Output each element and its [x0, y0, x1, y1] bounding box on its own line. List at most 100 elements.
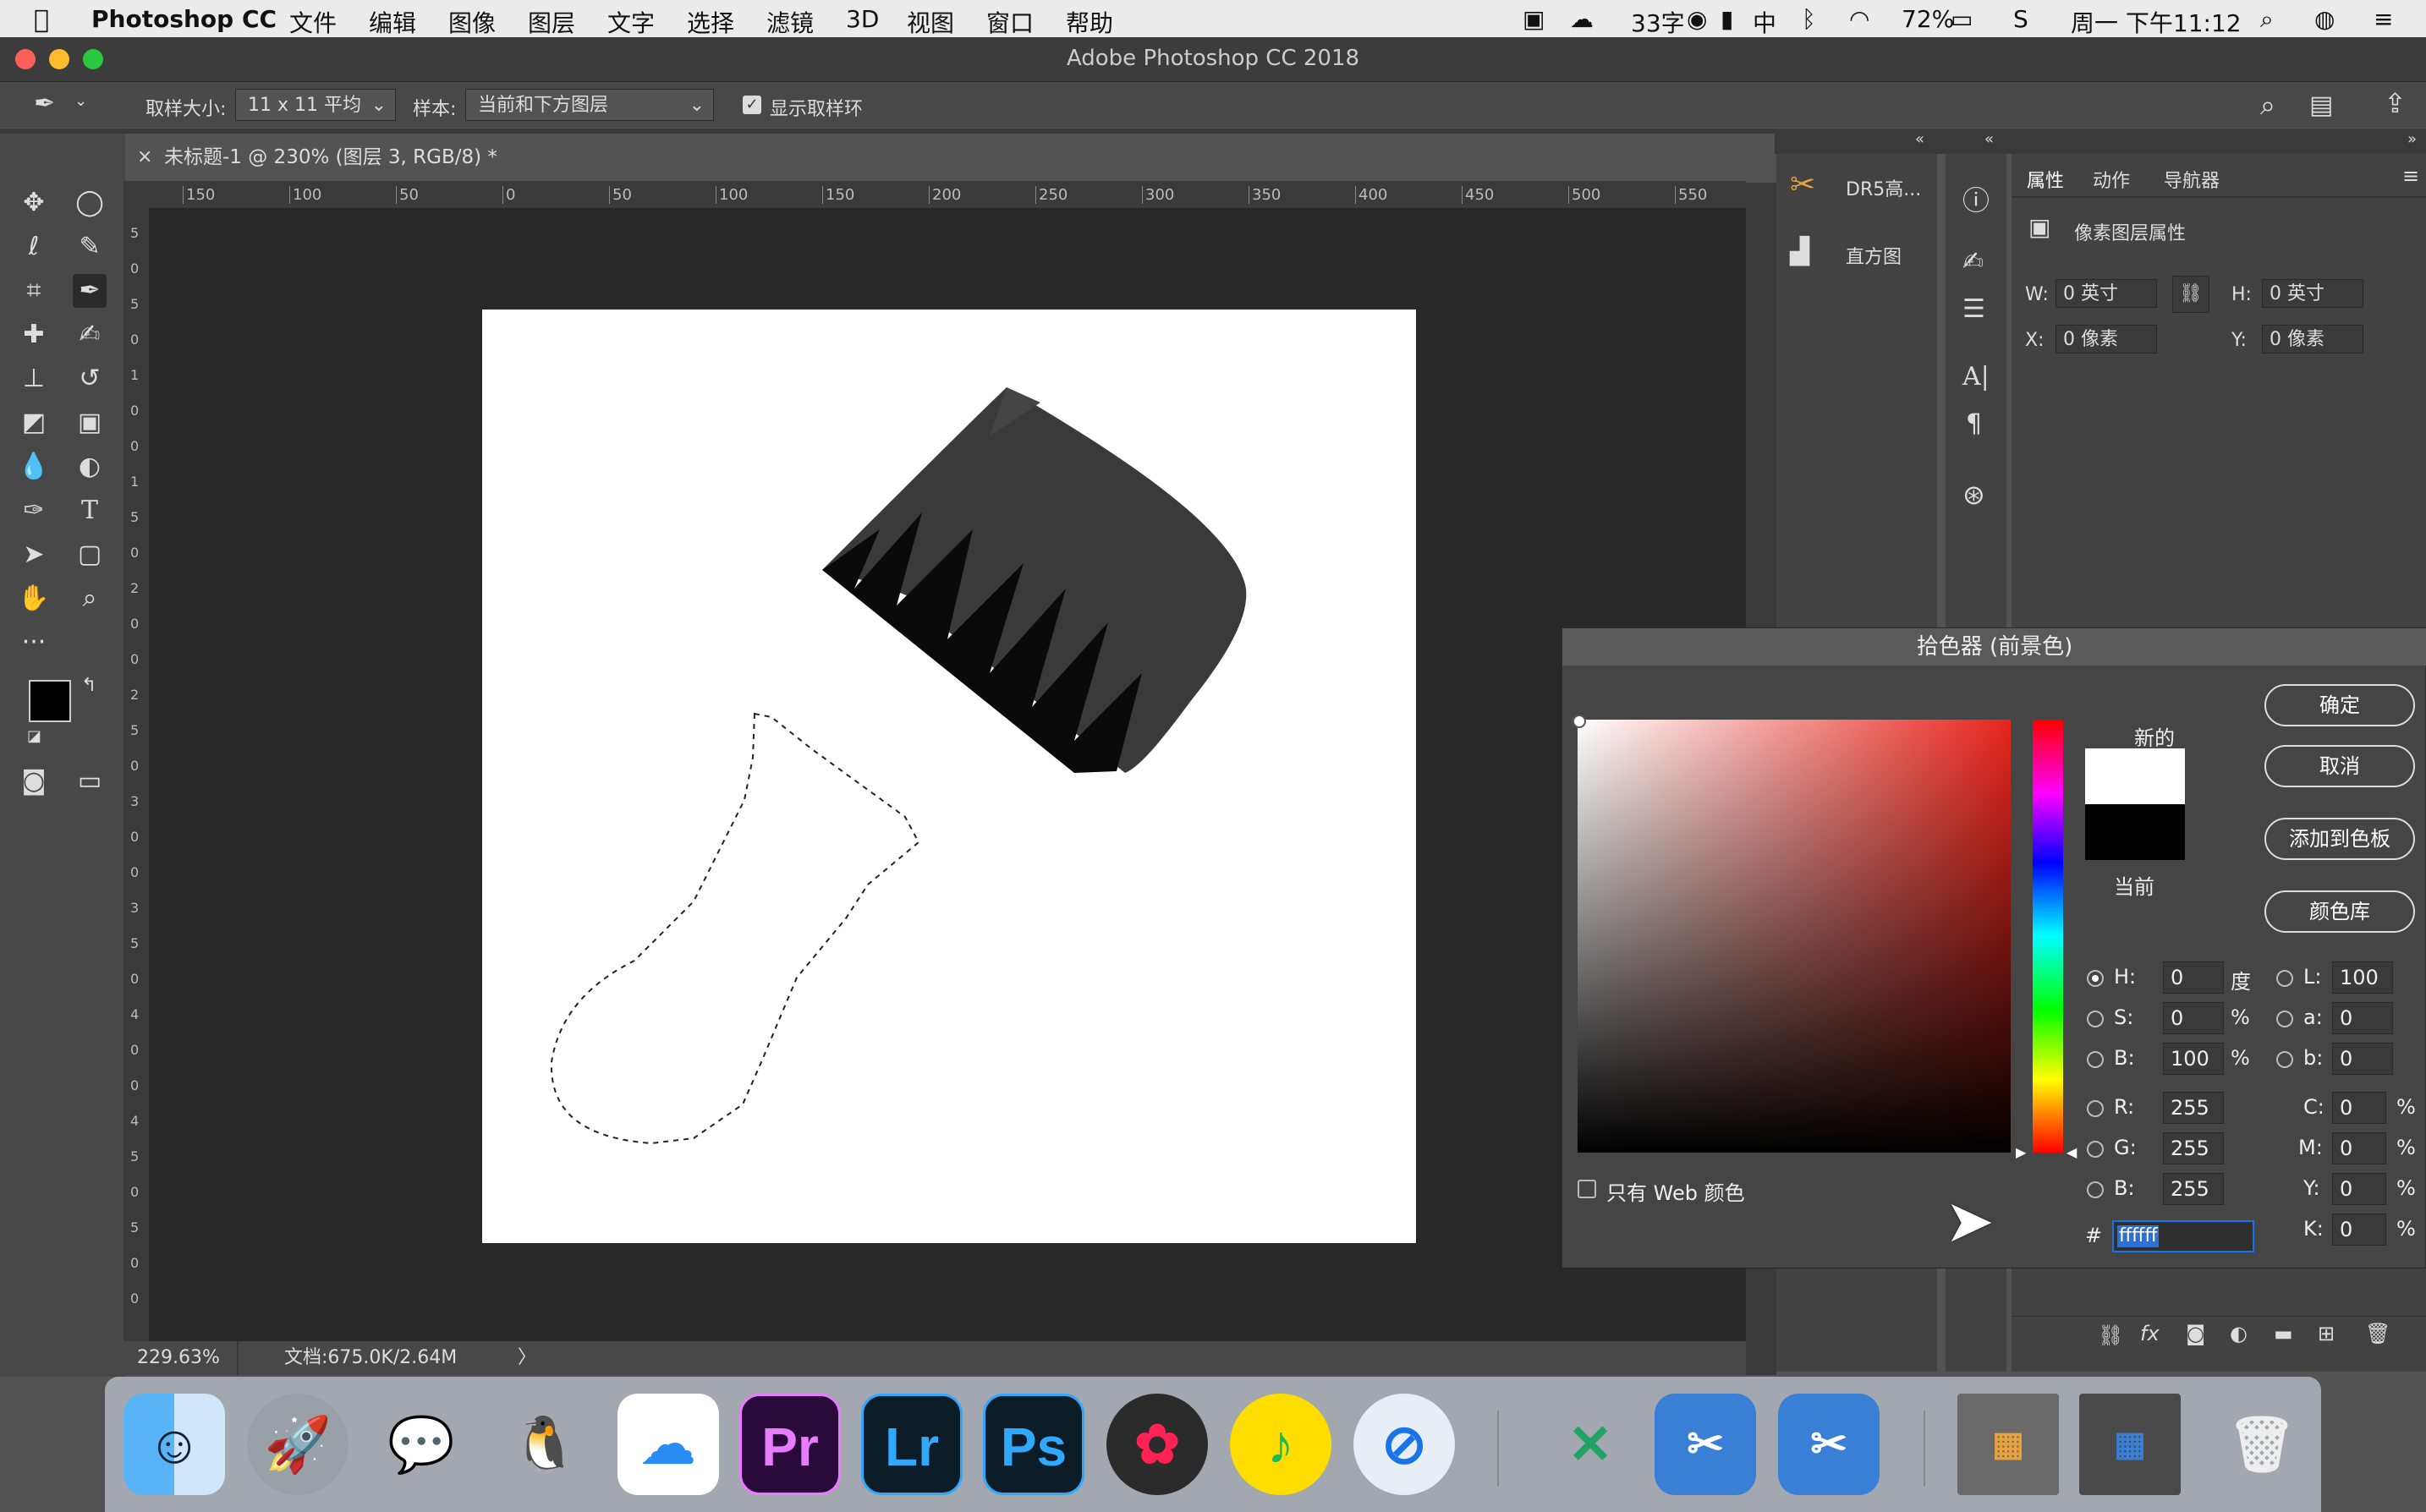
- lab-l-input[interactable]: 100: [2332, 961, 2393, 994]
- share-icon[interactable]: ⇪: [2384, 87, 2407, 119]
- menu-help[interactable]: 帮助: [1066, 5, 1113, 39]
- type-tool-icon[interactable]: T: [73, 494, 107, 528]
- blur-tool-icon[interactable]: 💧: [17, 450, 51, 484]
- lab-b-input[interactable]: 0: [2332, 1043, 2393, 1075]
- crop-tool-icon[interactable]: ⌗: [17, 274, 51, 308]
- status-menu-arrow[interactable]: 〉: [518, 1341, 536, 1375]
- blue-radio[interactable]: [2087, 1181, 2104, 1198]
- swap-colors-icon[interactable]: ↰: [81, 675, 96, 696]
- pen-tool-icon[interactable]: ✑: [17, 494, 51, 528]
- glyphs-icon[interactable]: ⊛: [1962, 479, 1985, 511]
- menu-3d[interactable]: 3D: [846, 5, 879, 33]
- mic-icon[interactable]: ▮: [1721, 5, 1733, 33]
- safari-icon[interactable]: ⊘: [1353, 1394, 1455, 1495]
- eyedropper-preset-icon[interactable]: ✒: [34, 89, 55, 118]
- lightroom-icon[interactable]: Lr: [861, 1394, 963, 1495]
- yellow-input[interactable]: 0: [2332, 1173, 2386, 1205]
- adjustments-icon[interactable]: ☰: [1962, 294, 1985, 324]
- tab-navigator[interactable]: 导航器: [2164, 166, 2220, 193]
- apple-icon[interactable]: : [34, 5, 49, 35]
- expand-panels-icon[interactable]: »: [2407, 130, 2417, 148]
- brush-settings-icon[interactable]: ✍: [1962, 247, 1984, 277]
- lab-a-input[interactable]: 0: [2332, 1002, 2393, 1034]
- lab-b-radio[interactable]: [2276, 1051, 2293, 1068]
- green-input[interactable]: 255: [2163, 1132, 2224, 1164]
- spotlight-search-icon[interactable]: ⌕: [2260, 5, 2274, 34]
- menu-layer[interactable]: 图层: [528, 5, 575, 39]
- davinci-resolve-icon[interactable]: ✿: [1106, 1394, 1208, 1495]
- menu-edit[interactable]: 编辑: [369, 5, 416, 39]
- input-method-icon[interactable]: 中: [1753, 5, 1776, 39]
- thumbnail-2-icon[interactable]: ▦: [2079, 1394, 2181, 1495]
- hand-tool-icon[interactable]: ✋: [17, 582, 51, 616]
- red-input[interactable]: 255: [2163, 1092, 2224, 1124]
- move-tool-icon[interactable]: ✥: [17, 186, 51, 220]
- zoom-tool-icon[interactable]: ⌕: [73, 582, 107, 616]
- color-field-cursor[interactable]: [1573, 715, 1586, 728]
- dodge-tool-icon[interactable]: ◐: [73, 450, 107, 484]
- eyedropper-tool-icon[interactable]: ✒: [73, 274, 107, 308]
- horizontal-ruler[interactable]: 150 100 50 0 50 100 150 200 250 300 350 400 450 500 55…: [149, 183, 1814, 209]
- lab-a-radio[interactable]: [2276, 1011, 2293, 1027]
- baidu-netdisk-icon[interactable]: ☁: [617, 1394, 719, 1495]
- more-tools-icon[interactable]: ···: [17, 626, 51, 660]
- thumbnail-1-icon[interactable]: ▦: [1957, 1394, 2059, 1495]
- gradient-tool-icon[interactable]: ▣: [73, 406, 107, 440]
- path-select-tool-icon[interactable]: ➤: [17, 538, 51, 572]
- hue-slider[interactable]: [2033, 720, 2063, 1153]
- hue-slider-left-arrow[interactable]: ▶: [2016, 1144, 2026, 1160]
- menu-image[interactable]: 图像: [448, 5, 496, 39]
- brush-tool-icon[interactable]: ✍: [73, 318, 107, 352]
- clipper-1-icon[interactable]: ✂: [1655, 1394, 1756, 1495]
- show-ring-checkbox[interactable]: ✓: [743, 96, 761, 114]
- color-libraries-button[interactable]: 颜色库: [2264, 890, 2415, 933]
- cloud-icon[interactable]: ☁: [1570, 5, 1594, 33]
- quick-select-tool-icon[interactable]: ✎: [73, 230, 107, 264]
- panel-dr5[interactable]: ✂ DR5高...: [1783, 162, 1932, 210]
- qq-music-icon[interactable]: ♪: [1230, 1394, 1331, 1495]
- hue-input[interactable]: 0: [2163, 961, 2224, 994]
- menu-type[interactable]: 文字: [607, 5, 655, 39]
- web-colors-checkbox[interactable]: [1578, 1180, 1596, 1198]
- eraser-tool-icon[interactable]: ◩: [17, 406, 51, 440]
- collapse-panels-icon[interactable]: «: [1915, 130, 1924, 148]
- lab-l-radio[interactable]: [2276, 970, 2293, 987]
- new-layer-icon[interactable]: ⊞: [2318, 1322, 2335, 1345]
- add-mask-icon[interactable]: ◙: [2186, 1322, 2205, 1345]
- panel-histogram[interactable]: ▟ 直方图: [1783, 230, 1932, 277]
- foreground-color-swatch[interactable]: [29, 680, 71, 722]
- battery-percent[interactable]: 72%: [1902, 5, 1954, 33]
- black-input[interactable]: 0: [2332, 1213, 2386, 1246]
- photoshop-icon[interactable]: Ps: [983, 1394, 1084, 1495]
- wifi-icon[interactable]: ◠: [1849, 5, 1869, 33]
- close-tab-icon[interactable]: ×: [137, 134, 152, 181]
- height-field[interactable]: 0 英寸: [2262, 279, 2363, 308]
- status-icon-a[interactable]: ◉: [1687, 5, 1707, 33]
- bluetooth-icon[interactable]: ᛒ: [1802, 5, 1816, 33]
- delete-layer-icon[interactable]: 🗑: [2365, 1322, 2390, 1345]
- x-position-field[interactable]: 0 像素: [2056, 325, 2157, 353]
- preset-chevron-icon[interactable]: ⌄: [74, 92, 87, 110]
- ok-button[interactable]: 确定: [2264, 684, 2415, 726]
- red-radio[interactable]: [2087, 1100, 2104, 1117]
- hex-input[interactable]: ffffff: [2112, 1220, 2254, 1252]
- healing-brush-tool-icon[interactable]: ✚: [17, 318, 51, 352]
- premiere-icon[interactable]: Pr: [739, 1394, 841, 1495]
- collapse-panels-icon-2[interactable]: «: [1984, 130, 1994, 148]
- saturation-input[interactable]: 0: [2163, 1002, 2224, 1034]
- clipper-2-icon[interactable]: ✂: [1778, 1394, 1880, 1495]
- document-tab[interactable]: × 未标题-1 @ 230% (图层 3, RGB/8) *: [130, 134, 519, 181]
- info-icon[interactable]: ⓘ: [1962, 179, 1990, 218]
- zoom-level[interactable]: 229.63%: [137, 1341, 220, 1375]
- add-to-swatches-button[interactable]: 添加到色板: [2264, 818, 2415, 860]
- sample-size-dropdown[interactable]: 11 x 11 平均 ⌄: [235, 89, 396, 121]
- menu-window[interactable]: 窗口: [986, 5, 1034, 39]
- hue-radio[interactable]: [2087, 970, 2104, 987]
- launchpad-icon[interactable]: 🚀: [247, 1394, 349, 1495]
- brightness-radio[interactable]: [2087, 1051, 2104, 1068]
- search-icon[interactable]: ⌕: [2260, 89, 2275, 122]
- saturation-brightness-field[interactable]: [1573, 715, 2011, 1153]
- workspace-icon[interactable]: ▤: [2309, 90, 2333, 120]
- lasso-tool-icon[interactable]: ℓ: [17, 230, 51, 264]
- blue-input[interactable]: 255: [2163, 1173, 2224, 1205]
